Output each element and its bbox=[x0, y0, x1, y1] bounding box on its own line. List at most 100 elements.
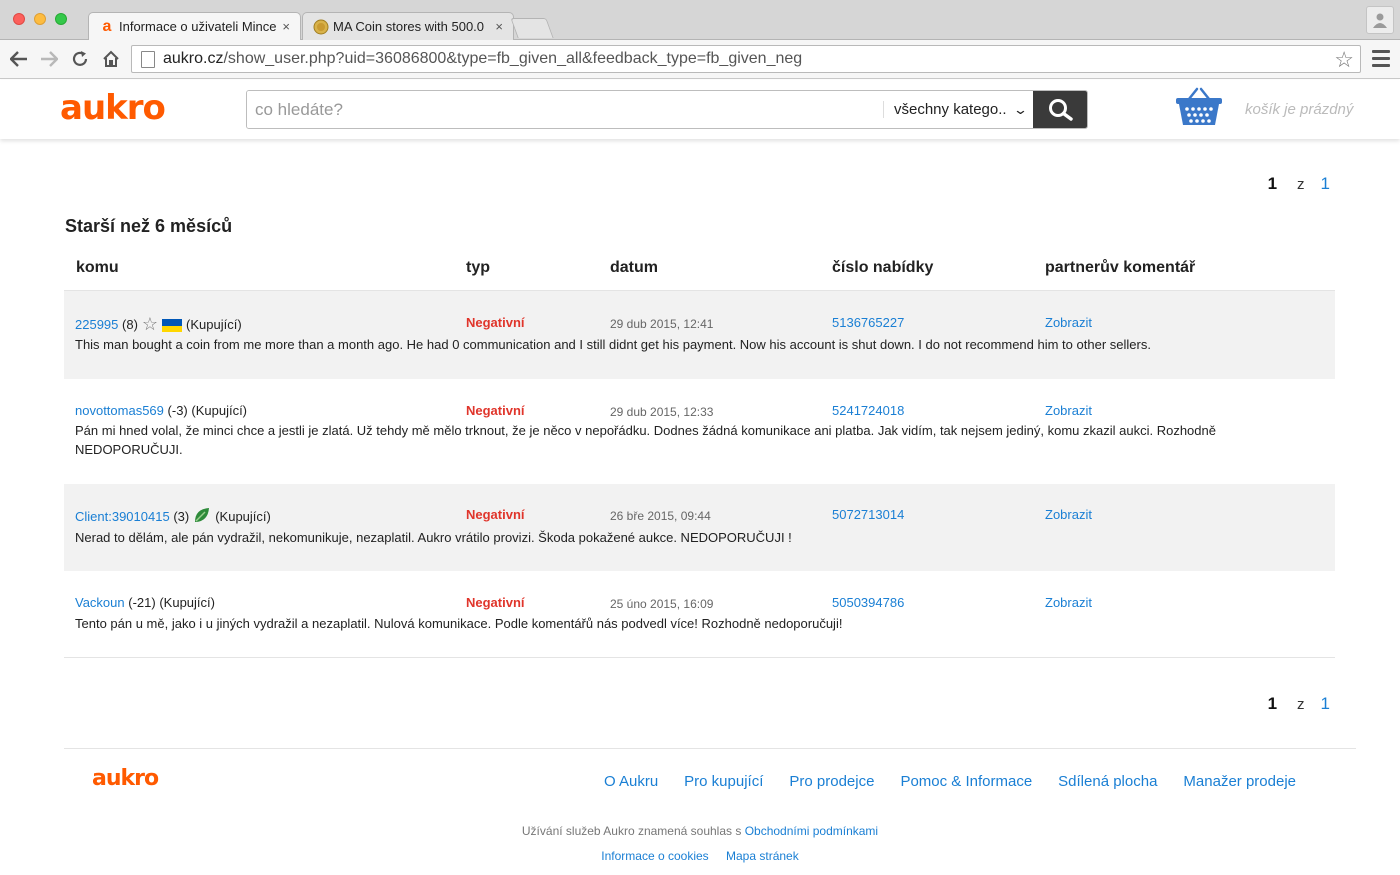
feedback-type: Negativní bbox=[466, 507, 525, 522]
current-page: 1 bbox=[1267, 694, 1278, 713]
table-row: novottomas569 (-3) (Kupující) Negativní … bbox=[64, 380, 1335, 484]
user-score: (-21) bbox=[128, 595, 156, 610]
terms-notice: Užívání služeb Aukro znamená souhlas s O… bbox=[0, 824, 1400, 838]
user-score: (-3) bbox=[167, 403, 188, 418]
column-header-offer: číslo nabídky bbox=[832, 259, 934, 276]
browser-tab-coin-stores[interactable]: MA Coin stores with 500.0 × bbox=[302, 12, 514, 40]
offer-number-link[interactable]: 5050394786 bbox=[832, 595, 904, 610]
forward-arrow-icon[interactable] bbox=[38, 48, 60, 70]
table-header: komu typ datum číslo nabídky partnerův k… bbox=[65, 259, 1335, 291]
footer-secondary-links: Informace o cookies Mapa stránek bbox=[0, 849, 1400, 863]
search-bar: všechny katego.. ⌄ bbox=[246, 90, 1088, 129]
browser-tab-aukro[interactable]: a Informace o uživateli Mince × bbox=[88, 12, 301, 40]
footer-link-manazer-prodeje[interactable]: Manažer prodeje bbox=[1183, 773, 1296, 790]
section-title: Starší než 6 měsíců bbox=[65, 216, 233, 236]
search-input[interactable] bbox=[247, 91, 883, 128]
show-comment-link[interactable]: Zobrazit bbox=[1045, 315, 1092, 330]
tab-title: Informace o uživateli Mince bbox=[119, 19, 277, 34]
current-page: 1 bbox=[1267, 174, 1278, 193]
user-link[interactable]: Client:39010415 bbox=[75, 509, 170, 524]
footer-link-pomoc[interactable]: Pomoc & Informace bbox=[900, 773, 1032, 790]
feedback-type: Negativní bbox=[466, 595, 525, 610]
coin-favicon-icon bbox=[313, 19, 329, 35]
star-badge-icon: ☆ bbox=[141, 314, 159, 334]
tab-close-icon[interactable]: × bbox=[282, 19, 290, 34]
reload-icon[interactable] bbox=[69, 48, 91, 70]
user-role: (Kupující) bbox=[191, 403, 248, 418]
user-cell: Client:39010415 (3) (Kupující) bbox=[75, 506, 271, 527]
page-of-label: z bbox=[1297, 176, 1305, 193]
total-pages-link[interactable]: 1 bbox=[1321, 694, 1330, 714]
window-close-button[interactable] bbox=[13, 13, 25, 25]
tab-title: MA Coin stores with 500.0 bbox=[333, 19, 485, 34]
home-icon[interactable] bbox=[100, 48, 122, 70]
footer-link-sdilena-plocha[interactable]: Sdílená plocha bbox=[1058, 773, 1157, 790]
user-cell: 225995 (8) ☆ (Kupující) bbox=[75, 315, 242, 333]
terms-text: Užívání služeb Aukro znamená souhlas s bbox=[521, 824, 745, 838]
sitemap-link[interactable]: Mapa stránek bbox=[726, 849, 799, 863]
feedback-type: Negativní bbox=[466, 315, 525, 330]
ukraine-flag-icon bbox=[162, 318, 183, 332]
feedback-date: 29 dub 2015, 12:33 bbox=[610, 405, 714, 419]
aukro-logo[interactable]: aukro bbox=[60, 88, 166, 128]
user-role: (Kupující) bbox=[215, 509, 271, 524]
hamburger-menu-icon[interactable] bbox=[1372, 50, 1390, 71]
column-header-datum: datum bbox=[610, 259, 658, 276]
leaf-badge-icon bbox=[193, 506, 211, 527]
page-of-label: z bbox=[1297, 696, 1305, 713]
table-row: Client:39010415 (3) (Kupující) Negativní… bbox=[64, 484, 1335, 572]
user-cell: Vackoun (-21) (Kupující) bbox=[75, 595, 215, 610]
basket-status[interactable]: košík je prázdný bbox=[1245, 101, 1353, 118]
column-header-komu: komu bbox=[76, 259, 119, 276]
offer-number-link[interactable]: 5072713014 bbox=[832, 507, 904, 522]
bookmark-star-icon[interactable]: ☆ bbox=[1334, 47, 1354, 73]
table-row: Vackoun (-21) (Kupující) Negativní 25 ún… bbox=[64, 572, 1335, 658]
window-zoom-button[interactable] bbox=[55, 13, 67, 25]
category-dropdown[interactable]: všechny katego.. ⌄ bbox=[883, 101, 1033, 118]
footer-nav: O Aukru Pro kupující Pro prodejce Pomoc … bbox=[604, 773, 1296, 790]
feedback-type: Negativní bbox=[466, 403, 525, 418]
address-bar[interactable]: aukro.cz/show_user.php?uid=36086800&type… bbox=[131, 45, 1361, 73]
terms-link[interactable]: Obchodními podmínkami bbox=[745, 824, 878, 838]
browser-tab-strip: a Informace o uživateli Mince × MA Coin … bbox=[0, 0, 1400, 40]
category-label: všechny katego.. bbox=[894, 101, 1007, 118]
back-arrow-icon[interactable] bbox=[8, 48, 30, 70]
tab-close-icon[interactable]: × bbox=[495, 19, 503, 34]
show-comment-link[interactable]: Zobrazit bbox=[1045, 507, 1092, 522]
cookies-link[interactable]: Informace o cookies bbox=[601, 849, 708, 863]
footer-link-pro-prodejce[interactable]: Pro prodejce bbox=[789, 773, 874, 790]
show-comment-link[interactable]: Zobrazit bbox=[1045, 595, 1092, 610]
column-header-comment: partnerův komentář bbox=[1045, 259, 1196, 276]
window-minimize-button[interactable] bbox=[34, 13, 46, 25]
footer-divider bbox=[64, 748, 1356, 749]
user-link[interactable]: Vackoun bbox=[75, 595, 125, 610]
feedback-text: Nerad to dělám, ale pán vydražil, nekomu… bbox=[75, 530, 792, 545]
total-pages-link[interactable]: 1 bbox=[1321, 174, 1330, 194]
pagination-bottom: 1 z 1 bbox=[1268, 694, 1330, 714]
footer-link-o-aukru[interactable]: O Aukru bbox=[604, 773, 658, 790]
footer-link-pro-kupujici[interactable]: Pro kupující bbox=[684, 773, 763, 790]
url-text: aukro.cz/show_user.php?uid=36086800&type… bbox=[163, 50, 803, 67]
offer-number-link[interactable]: 5241724018 bbox=[832, 403, 904, 418]
page-icon bbox=[141, 50, 155, 68]
show-comment-link[interactable]: Zobrazit bbox=[1045, 403, 1092, 418]
column-header-typ: typ bbox=[466, 259, 490, 276]
new-tab-button[interactable] bbox=[510, 18, 554, 38]
user-score: (3) bbox=[173, 509, 190, 524]
user-link[interactable]: 225995 bbox=[75, 317, 118, 332]
offer-number-link[interactable]: 5136765227 bbox=[832, 315, 904, 330]
person-icon[interactable] bbox=[1366, 6, 1394, 34]
feedback-date: 29 dub 2015, 12:41 bbox=[610, 317, 714, 331]
feedback-date: 26 bře 2015, 09:44 bbox=[610, 509, 711, 523]
user-role: (Kupující) bbox=[186, 316, 242, 332]
basket-icon[interactable] bbox=[1175, 86, 1223, 128]
table-row: 225995 (8) ☆ (Kupující) Negativní 29 dub… bbox=[64, 291, 1335, 380]
site-header: aukro všechny katego.. ⌄ košík je prázdn… bbox=[0, 80, 1400, 139]
aukro-favicon-icon: a bbox=[102, 17, 112, 35]
search-button[interactable] bbox=[1033, 91, 1087, 128]
footer-aukro-logo[interactable]: aukro bbox=[92, 766, 159, 791]
feedback-date: 25 úno 2015, 16:09 bbox=[610, 597, 714, 611]
pagination-top: 1 z 1 bbox=[1268, 174, 1330, 194]
user-link[interactable]: novottomas569 bbox=[75, 403, 164, 418]
user-role: (Kupující) bbox=[159, 595, 215, 610]
